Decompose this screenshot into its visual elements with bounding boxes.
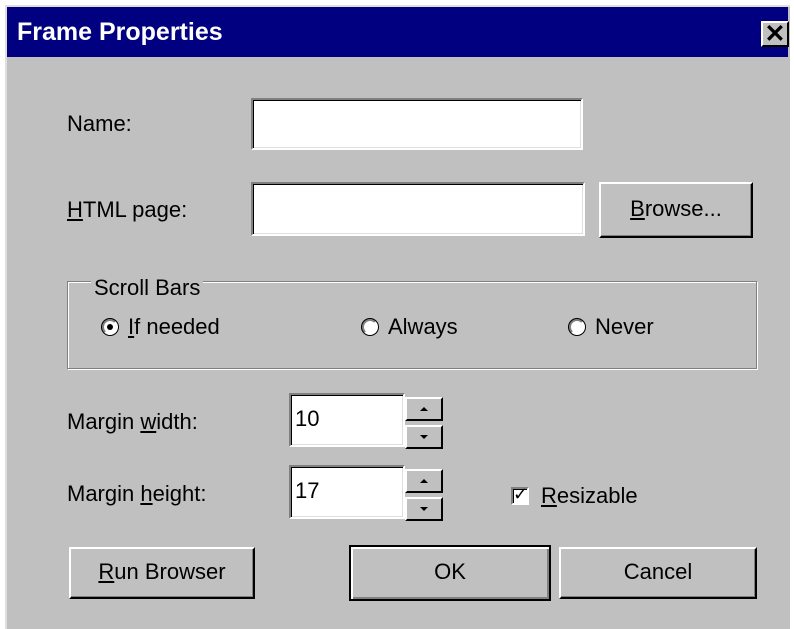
ok-button[interactable]: OK (349, 545, 551, 601)
close-button[interactable]: ✕ (761, 20, 789, 48)
cancel-button[interactable]: Cancel (559, 547, 757, 599)
margin-width-label-pre: Margin (67, 409, 141, 434)
scroll-if-needed-label[interactable]: If needed (128, 314, 220, 340)
scroll-never-label[interactable]: Never (595, 314, 654, 340)
scroll-if-needed-radio[interactable] (102, 319, 118, 335)
margin-width-spinner (405, 397, 443, 449)
margin-width-label-accel: w (140, 409, 157, 434)
run-browser-accel: R (98, 559, 115, 584)
scroll-always-label[interactable]: Always (388, 314, 458, 340)
scroll-never-radio[interactable] (569, 319, 585, 335)
scroll-if-needed-rest: f needed (134, 314, 220, 339)
browse-button-accel: B (630, 196, 645, 221)
margin-width-up-button[interactable] (405, 397, 443, 421)
margin-height-label-pre: Margin (67, 481, 141, 506)
html-page-label-accel: H (67, 197, 83, 222)
html-page-label-rest: TML page: (82, 197, 188, 222)
close-icon: ✕ (764, 20, 786, 48)
margin-width-input[interactable] (289, 393, 405, 447)
margin-width-label: Margin width: (67, 409, 198, 435)
margin-height-label: Margin height: (67, 481, 206, 507)
run-browser-rest: un Browser (114, 559, 226, 584)
browse-button[interactable]: Browse... (599, 182, 753, 238)
frame-properties-dialog: Frame Properties ✕ Name: HTML page: Brow… (5, 5, 790, 629)
margin-height-down-button[interactable] (405, 497, 443, 521)
margin-height-spinner (405, 469, 443, 521)
html-page-input[interactable] (251, 182, 585, 236)
resizable-label-rest: esizable (556, 483, 638, 508)
up-arrow-icon (420, 407, 428, 411)
scroll-always-radio[interactable] (362, 319, 378, 335)
name-label: Name: (67, 111, 132, 136)
margin-height-input[interactable] (289, 465, 405, 519)
up-arrow-icon (420, 479, 428, 483)
title-bar[interactable]: Frame Properties ✕ (7, 7, 789, 57)
checkmark-icon: ✓ (513, 484, 529, 505)
margin-height-up-button[interactable] (405, 469, 443, 493)
dialog-title: Frame Properties (17, 18, 223, 46)
html-page-label: HTML page: (67, 197, 187, 223)
margin-width-label-post: idth: (156, 409, 198, 434)
margin-height-label-accel: h (140, 481, 153, 506)
down-arrow-icon (420, 435, 428, 439)
resizable-label[interactable]: Resizable (541, 483, 638, 509)
resizable-checkbox[interactable]: ✓ (511, 484, 529, 505)
margin-height-label-post: eight: (152, 481, 207, 506)
browse-button-rest: rowse... (644, 196, 722, 221)
name-input[interactable] (251, 98, 583, 150)
resizable-label-accel: R (541, 483, 557, 508)
down-arrow-icon (420, 507, 428, 511)
scroll-bars-legend: Scroll Bars (91, 275, 204, 301)
run-browser-button[interactable]: Run Browser (69, 547, 255, 599)
margin-width-down-button[interactable] (405, 425, 443, 449)
